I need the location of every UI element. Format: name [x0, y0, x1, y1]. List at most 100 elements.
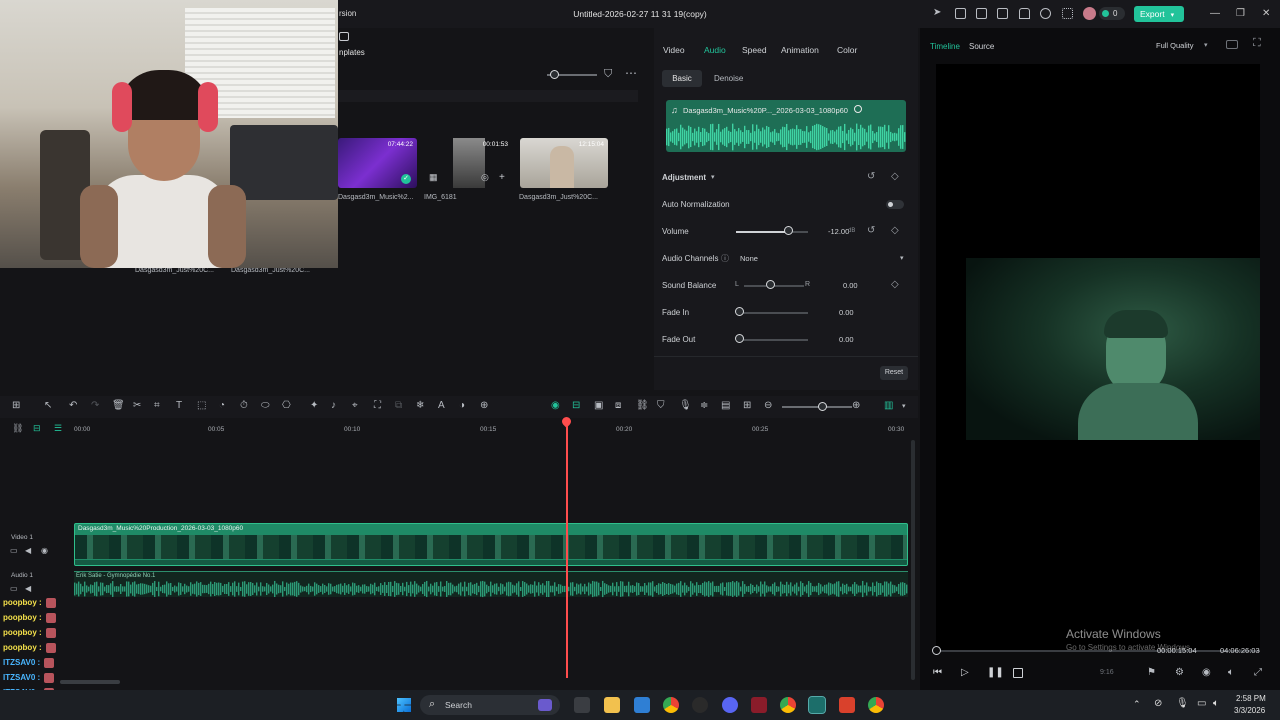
shield-icon[interactable]: ⛉	[657, 400, 665, 411]
discord-icon[interactable]	[722, 697, 738, 713]
avatar[interactable]	[1083, 7, 1096, 20]
render-icon[interactable]: ⚙	[1175, 667, 1184, 678]
chevron-down-icon[interactable]: ▾	[1204, 41, 1208, 49]
close-icon[interactable]: ✕	[1262, 8, 1270, 19]
tab-animation[interactable]: Animation	[781, 45, 819, 55]
volume-slider[interactable]	[736, 231, 808, 233]
mixer-icon[interactable]: ≑	[700, 400, 708, 411]
send-icon[interactable]: ➤	[933, 7, 944, 18]
filter-icon[interactable]: ⛉	[604, 68, 612, 81]
track-settings-icon[interactable]: ⛓	[12, 423, 23, 434]
video-clip[interactable]: Dasgasd3m_Music%20Production_2026-03-03_…	[74, 523, 908, 566]
layout-icon[interactable]	[976, 8, 987, 19]
store-icon[interactable]	[634, 697, 650, 713]
reset-button[interactable]: Reset	[880, 366, 908, 380]
subtab-basic[interactable]: Basic	[662, 70, 702, 87]
fullscreen-icon[interactable]: ⛶	[1253, 37, 1261, 50]
sound-balance-knob[interactable]	[766, 280, 775, 289]
stabilize-icon[interactable]: ⎔	[282, 400, 291, 411]
fade-out-knob[interactable]	[735, 334, 744, 343]
templates-icon[interactable]	[339, 32, 349, 41]
zoom-slider-knob[interactable]	[550, 70, 559, 79]
crop-icon[interactable]: ⌗	[154, 400, 160, 411]
volume-value[interactable]: -12.00	[828, 227, 849, 236]
chevron-down-icon[interactable]: ▾	[711, 173, 715, 181]
chevron-down-icon[interactable]: ▾	[902, 402, 906, 410]
reset-icon[interactable]: ↺	[867, 225, 875, 236]
preview-icon[interactable]: ◎	[481, 172, 489, 183]
timeline-zoom-slider[interactable]	[782, 406, 852, 408]
translate-icon[interactable]: A	[438, 400, 445, 411]
subtab-denoise[interactable]: Denoise	[714, 70, 743, 87]
maximize-icon[interactable]: ❐	[1236, 8, 1245, 19]
tab-source[interactable]: Source	[969, 42, 994, 51]
freeze-icon[interactable]: ❄	[416, 400, 424, 411]
pause-icon[interactable]: ❚❚	[987, 667, 1004, 678]
audio-clip[interactable]: Erik Satie - Gymnopédie No.1	[74, 571, 908, 598]
media-search-bar[interactable]	[338, 90, 638, 102]
play-icon[interactable]: ▷	[961, 667, 969, 678]
fade-in-value[interactable]: 0.00	[839, 308, 854, 317]
timeline-ruler[interactable]: ⛓ ⊟ ☰ 00:00 00:05 00:10 00:15 00:20 00:2…	[0, 418, 918, 438]
add-track-icon[interactable]: ⊟	[33, 423, 41, 434]
reset-icon[interactable]: ↺	[867, 171, 875, 182]
mic-icon[interactable]: 🎙︎	[1176, 698, 1189, 709]
clock-time[interactable]: 2:58 PM	[1236, 694, 1266, 703]
mask-icon[interactable]: ⬭	[261, 400, 270, 411]
snapshot-icon[interactable]	[1226, 40, 1238, 49]
task-view-icon[interactable]	[574, 697, 590, 713]
filmora-icon[interactable]	[808, 696, 826, 714]
zoom-fit-icon[interactable]: ⛶	[374, 400, 381, 411]
obs-icon[interactable]	[692, 697, 708, 713]
render-preview-icon[interactable]: ▣	[594, 400, 603, 411]
expand-icon[interactable]: ⤢	[1254, 667, 1262, 678]
tray-app-icon[interactable]: ⊘	[1154, 698, 1162, 709]
mark-icon[interactable]: ⊞	[743, 400, 751, 411]
monitor-icon[interactable]: ▭	[1197, 698, 1206, 709]
fade-in-slider[interactable]	[740, 312, 808, 314]
folder-icon[interactable]: ▭	[10, 546, 18, 555]
tab-color[interactable]: Color	[837, 45, 857, 55]
more-icon[interactable]: ⋯	[625, 66, 637, 80]
media-thumb-2[interactable]: 00:01:53 ▦ ◎ +	[428, 138, 512, 188]
captions-icon[interactable]: ▤	[721, 400, 730, 411]
zoom-out-icon[interactable]: ⊖	[764, 400, 772, 411]
tab-speed[interactable]: Speed	[742, 45, 767, 55]
acrobat-icon[interactable]	[751, 697, 767, 713]
folder-icon[interactable]: ▭	[10, 584, 18, 593]
zoom-in-icon[interactable]: ⊕	[852, 400, 860, 411]
zoom-in-icon[interactable]: ⊕	[480, 400, 488, 411]
quality-select[interactable]: Full Quality	[1156, 41, 1194, 50]
apps-grid-icon[interactable]	[1062, 8, 1073, 19]
info-icon[interactable]: ⓘ	[721, 253, 729, 264]
timeline-scrollbar[interactable]	[911, 440, 915, 680]
volume-icon[interactable]: 🔈︎	[1228, 667, 1234, 678]
track-list-icon[interactable]: ☰	[54, 423, 62, 434]
minimize-icon[interactable]: —	[1210, 8, 1220, 19]
effects-icon[interactable]: ✦	[310, 400, 318, 411]
camera-icon[interactable]: ◉	[1202, 667, 1211, 678]
file-explorer-icon[interactable]	[604, 697, 620, 713]
volume-slider-knob[interactable]	[783, 226, 793, 235]
text-icon[interactable]: T	[176, 400, 182, 411]
templates-tab[interactable]: nplates	[339, 48, 365, 57]
settings-icon[interactable]	[1040, 8, 1051, 19]
redo-icon[interactable]: ↷	[91, 400, 99, 411]
media-thumb-3[interactable]: 12:15:04	[520, 138, 608, 188]
magnet-icon[interactable]: ⊟	[572, 400, 580, 411]
stop-icon[interactable]	[1013, 668, 1023, 678]
speed-icon[interactable]: ◔	[219, 400, 225, 411]
keyframe-icon[interactable]: ◇	[891, 279, 899, 290]
credits-counter[interactable]: 0	[1099, 7, 1125, 20]
timeline-zoom-knob[interactable]	[818, 402, 827, 411]
sound-balance-value[interactable]: 0.00	[843, 281, 858, 290]
timer-icon[interactable]: ⏱	[240, 400, 248, 411]
aspect-ratio[interactable]: 9:16	[1100, 669, 1114, 676]
preview-progress-knob[interactable]	[932, 646, 941, 655]
media-thumb-1[interactable]: 07:44:22 ✓	[338, 138, 417, 188]
keyframe-icon[interactable]: ◇	[891, 225, 899, 236]
layout-grid-icon[interactable]: ⊞	[12, 400, 20, 411]
color-match-icon[interactable]: ◑	[459, 400, 465, 411]
eye-icon[interactable]: ◉	[41, 546, 48, 555]
audio-stretch-icon[interactable]: ♪	[331, 400, 336, 411]
